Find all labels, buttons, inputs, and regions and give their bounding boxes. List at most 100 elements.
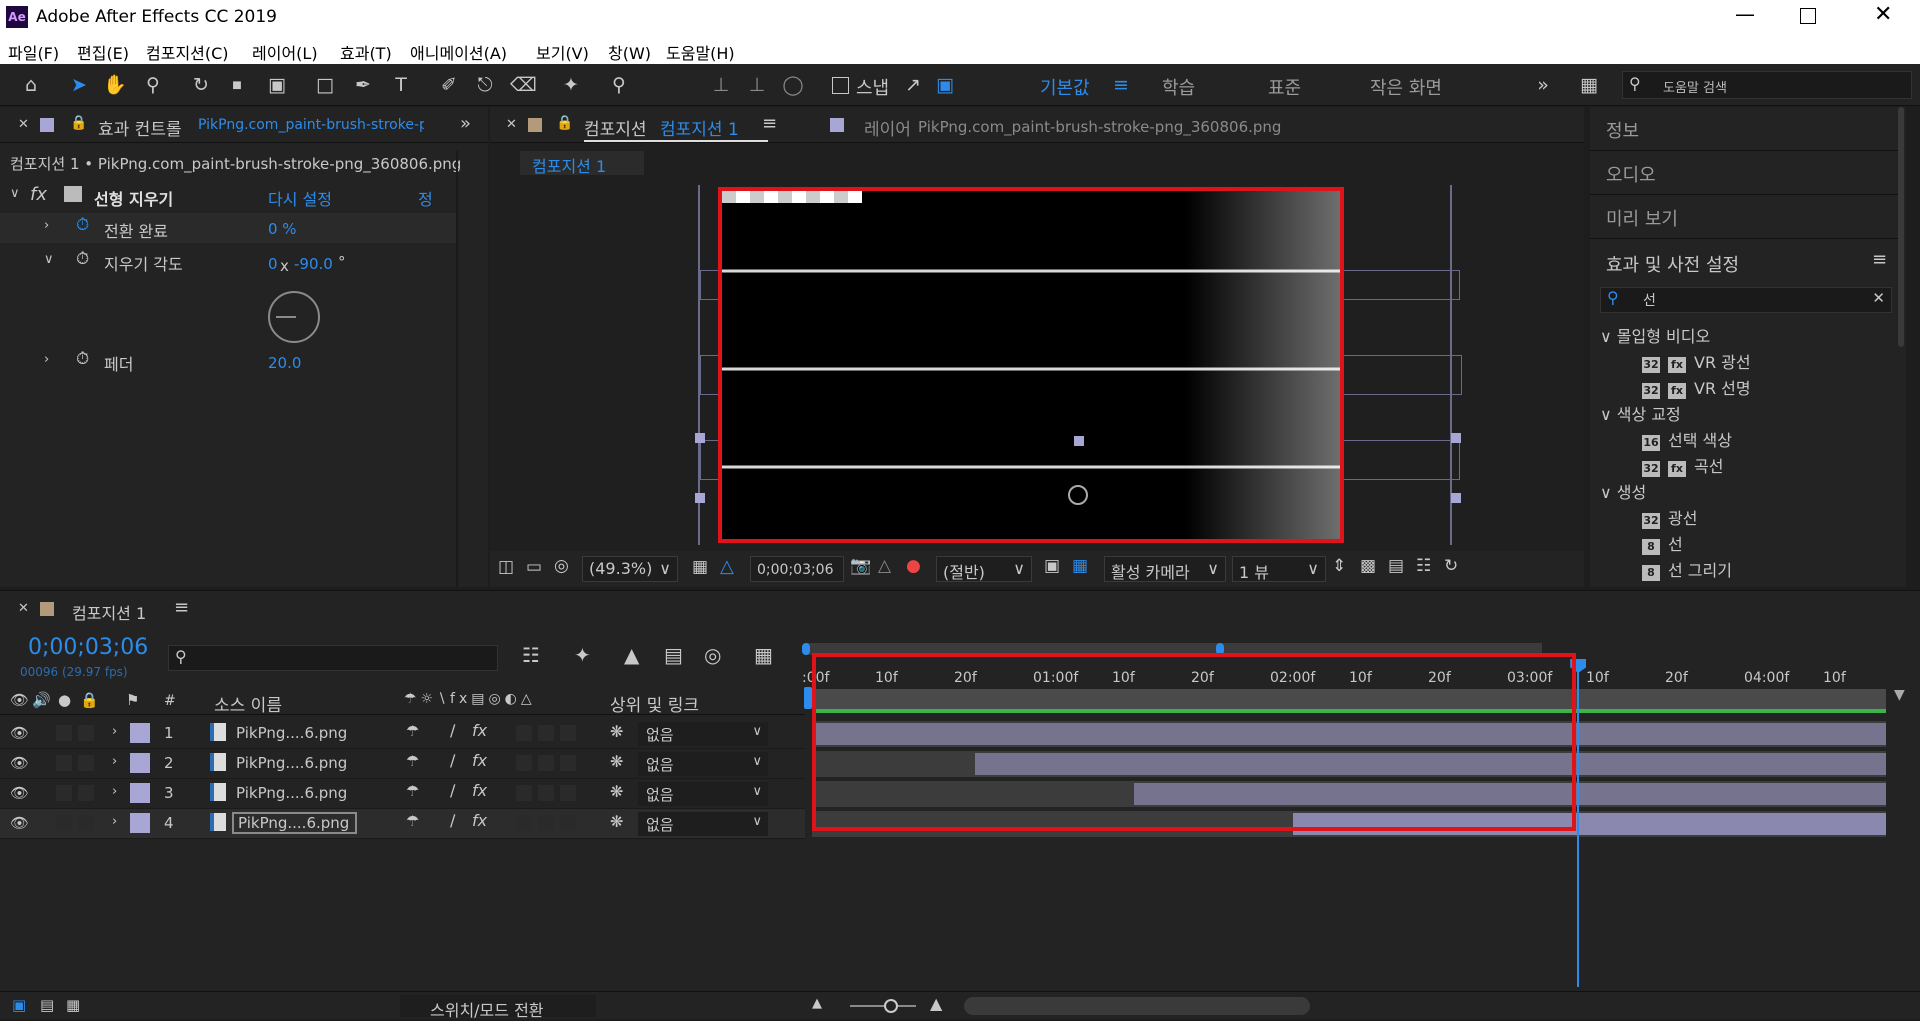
comp-viewer[interactable] <box>490 185 1584 545</box>
source-name-header[interactable]: 소스 이름 <box>214 691 282 716</box>
reset-exposure-icon[interactable]: ⇕ <box>1332 556 1346 576</box>
expand-chevron-icon[interactable]: › <box>112 724 117 739</box>
work-area-start-handle[interactable] <box>802 643 810 655</box>
shy-switch-icon[interactable]: ☂ <box>406 812 419 830</box>
brush-tool-icon[interactable]: ✐ <box>436 72 462 98</box>
layer-handle[interactable] <box>1451 433 1461 443</box>
axis-view-icon[interactable]: ◯ <box>780 72 806 98</box>
comp-subtab[interactable]: 컴포지션 1 <box>520 151 644 176</box>
switch-box[interactable] <box>560 725 576 741</box>
switch-box[interactable] <box>538 725 554 741</box>
fx-switch-icon[interactable]: fx <box>472 811 487 830</box>
in-out-icon[interactable]: ▦ <box>66 996 80 1014</box>
angle-dial[interactable] <box>268 291 320 343</box>
menu-window[interactable]: 창(W) <box>608 40 651 64</box>
layer-handle[interactable] <box>695 493 705 503</box>
tree-group[interactable]: ∨ 색상 교정 <box>1600 401 1681 425</box>
tree-item[interactable]: 16 선택 색상 <box>1642 427 1732 451</box>
shy-switch-icon[interactable]: ☂ <box>406 722 419 740</box>
fx-switch-icon[interactable]: fx <box>472 781 487 800</box>
feather-value[interactable]: 20.0 <box>268 354 301 372</box>
fx-switch-icon[interactable]: fx <box>472 721 487 740</box>
always-preview-icon[interactable]: ◫ <box>498 557 514 577</box>
eraser-tool-icon[interactable]: ⌫ <box>510 72 537 98</box>
rectangle-tool-icon[interactable]: □ <box>312 72 338 98</box>
show-snapshot-icon[interactable]: △ <box>878 556 891 576</box>
parent-dropdown[interactable]: 없음 ∨ <box>638 722 768 746</box>
resolution-dropdown[interactable]: (절반) ∨ <box>936 556 1032 582</box>
clear-search-icon[interactable]: ✕ <box>1872 289 1885 307</box>
close-panel-icon[interactable]: ✕ <box>18 601 29 616</box>
visibility-eye-icon[interactable]: 👁 <box>10 754 29 772</box>
home-icon[interactable]: ⌂ <box>18 72 44 98</box>
timeline-icon[interactable]: ▤ <box>1388 556 1404 576</box>
layer-handle[interactable] <box>1451 493 1461 503</box>
layer-tab-name[interactable]: PikPng.com_paint-brush-stroke-png_360806… <box>918 118 1281 136</box>
frame-blending-icon[interactable]: ▤ <box>664 643 683 667</box>
sync-settings-icon[interactable]: ▦ <box>1576 72 1602 98</box>
solo-toggle[interactable] <box>78 755 94 771</box>
quality-switch-icon[interactable]: ∕ <box>450 751 455 770</box>
mask-icon[interactable]: ◎ <box>554 556 569 576</box>
color-channels-icon[interactable]: ● <box>906 556 921 576</box>
stopwatch-icon[interactable]: ⏱ <box>76 249 89 269</box>
tree-item[interactable]: 32 fx VR 광선 <box>1642 349 1751 373</box>
lock-switch-icon[interactable]: 🔒 <box>80 691 99 709</box>
wipe-angle-degrees[interactable]: -90.0 <box>294 255 333 273</box>
transition-complete-value[interactable]: 0 % <box>268 220 297 238</box>
wipe-angle-revolutions[interactable]: 0 <box>268 255 278 273</box>
layer-source-name[interactable]: PikPng....6.png <box>236 784 347 802</box>
pan-behind-tool-icon[interactable]: ▣ <box>264 72 290 98</box>
tree-item[interactable]: 32 fx VR 선명 <box>1642 375 1751 399</box>
label-color-swatch[interactable] <box>130 753 150 773</box>
stopwatch-icon[interactable]: ⏱ <box>76 349 89 369</box>
effect-reset-link[interactable]: 다시 설정 <box>268 186 332 210</box>
layer-handle[interactable] <box>695 433 705 443</box>
menu-view[interactable]: 보기(V) <box>536 40 589 64</box>
axis-local-icon[interactable]: ⊥ <box>708 72 734 98</box>
views-dropdown[interactable]: 1 뷰 ∨ <box>1232 556 1326 582</box>
clone-stamp-tool-icon[interactable]: ⎋ <box>472 72 498 98</box>
timeline-menu-icon[interactable]: ≡ <box>174 597 189 618</box>
shy-switch-icon[interactable]: ☂ <box>406 782 419 800</box>
menu-edit[interactable]: 편집(E) <box>77 40 129 64</box>
video-switch-icon[interactable]: 👁 <box>10 691 29 709</box>
transfer-controls-icon[interactable]: ▤ <box>40 996 54 1014</box>
camera-tool-icon[interactable]: ⏹ <box>224 72 250 98</box>
exposure-icon[interactable]: ↻ <box>1444 556 1458 576</box>
region-of-interest-icon[interactable]: ▣ <box>1044 556 1060 576</box>
parent-dropdown[interactable]: 없음 ∨ <box>638 782 768 806</box>
workspace-default[interactable]: 기본값 <box>1040 74 1090 100</box>
layer-row[interactable]: 👁 › 4 PikPng....6.png ☂ ∕ fx ❋ 없음 ∨ <box>0 809 805 839</box>
axis-world-icon[interactable]: ⊥ <box>744 72 770 98</box>
pick-whip-icon[interactable]: ❋ <box>610 752 623 771</box>
effects-menu-icon[interactable]: ≡ <box>1872 249 1887 270</box>
workspace-learn[interactable]: 학습 <box>1162 74 1195 100</box>
restore-icon[interactable] <box>1800 8 1816 24</box>
toggle-switches-modes-button[interactable]: 스위치/모드 전환 <box>400 995 596 1020</box>
audio-switch-icon[interactable]: 🔊 <box>32 691 51 709</box>
comp-mini-flowchart-icon[interactable]: ☷ <box>522 643 540 667</box>
lock-icon[interactable]: 🔒 <box>556 115 573 131</box>
label-color-swatch[interactable] <box>130 723 150 743</box>
transparency-grid-icon[interactable]: ▦ <box>1072 556 1088 576</box>
stopwatch-icon[interactable]: ⏱ <box>76 215 89 235</box>
visibility-eye-icon[interactable]: 👁 <box>10 814 29 832</box>
switch-box[interactable] <box>560 785 576 801</box>
snap-target-icon[interactable]: ▣ <box>932 72 958 98</box>
zoom-in-icon[interactable]: ▲ <box>930 994 942 1013</box>
fast-preview-icon[interactable]: ▩ <box>1360 556 1376 576</box>
playhead[interactable] <box>1570 659 1587 987</box>
timeline-search-box[interactable]: ⚲ <box>168 645 498 671</box>
parent-link-header[interactable]: 상위 및 링크 <box>610 691 699 716</box>
layer-source-name[interactable]: PikPng....6.png <box>236 754 347 772</box>
audio-toggle[interactable] <box>56 755 72 771</box>
zoom-slider[interactable] <box>850 999 916 1013</box>
solo-switch-icon[interactable]: ● <box>58 691 71 709</box>
pen-tool-icon[interactable]: ✒ <box>350 72 376 98</box>
switch-box[interactable] <box>538 815 554 831</box>
pick-whip-icon[interactable]: ❋ <box>610 782 623 801</box>
preview-panel-tab[interactable]: 미리 보기 <box>1590 195 1900 239</box>
solo-toggle[interactable] <box>78 815 94 831</box>
audio-toggle[interactable] <box>56 815 72 831</box>
